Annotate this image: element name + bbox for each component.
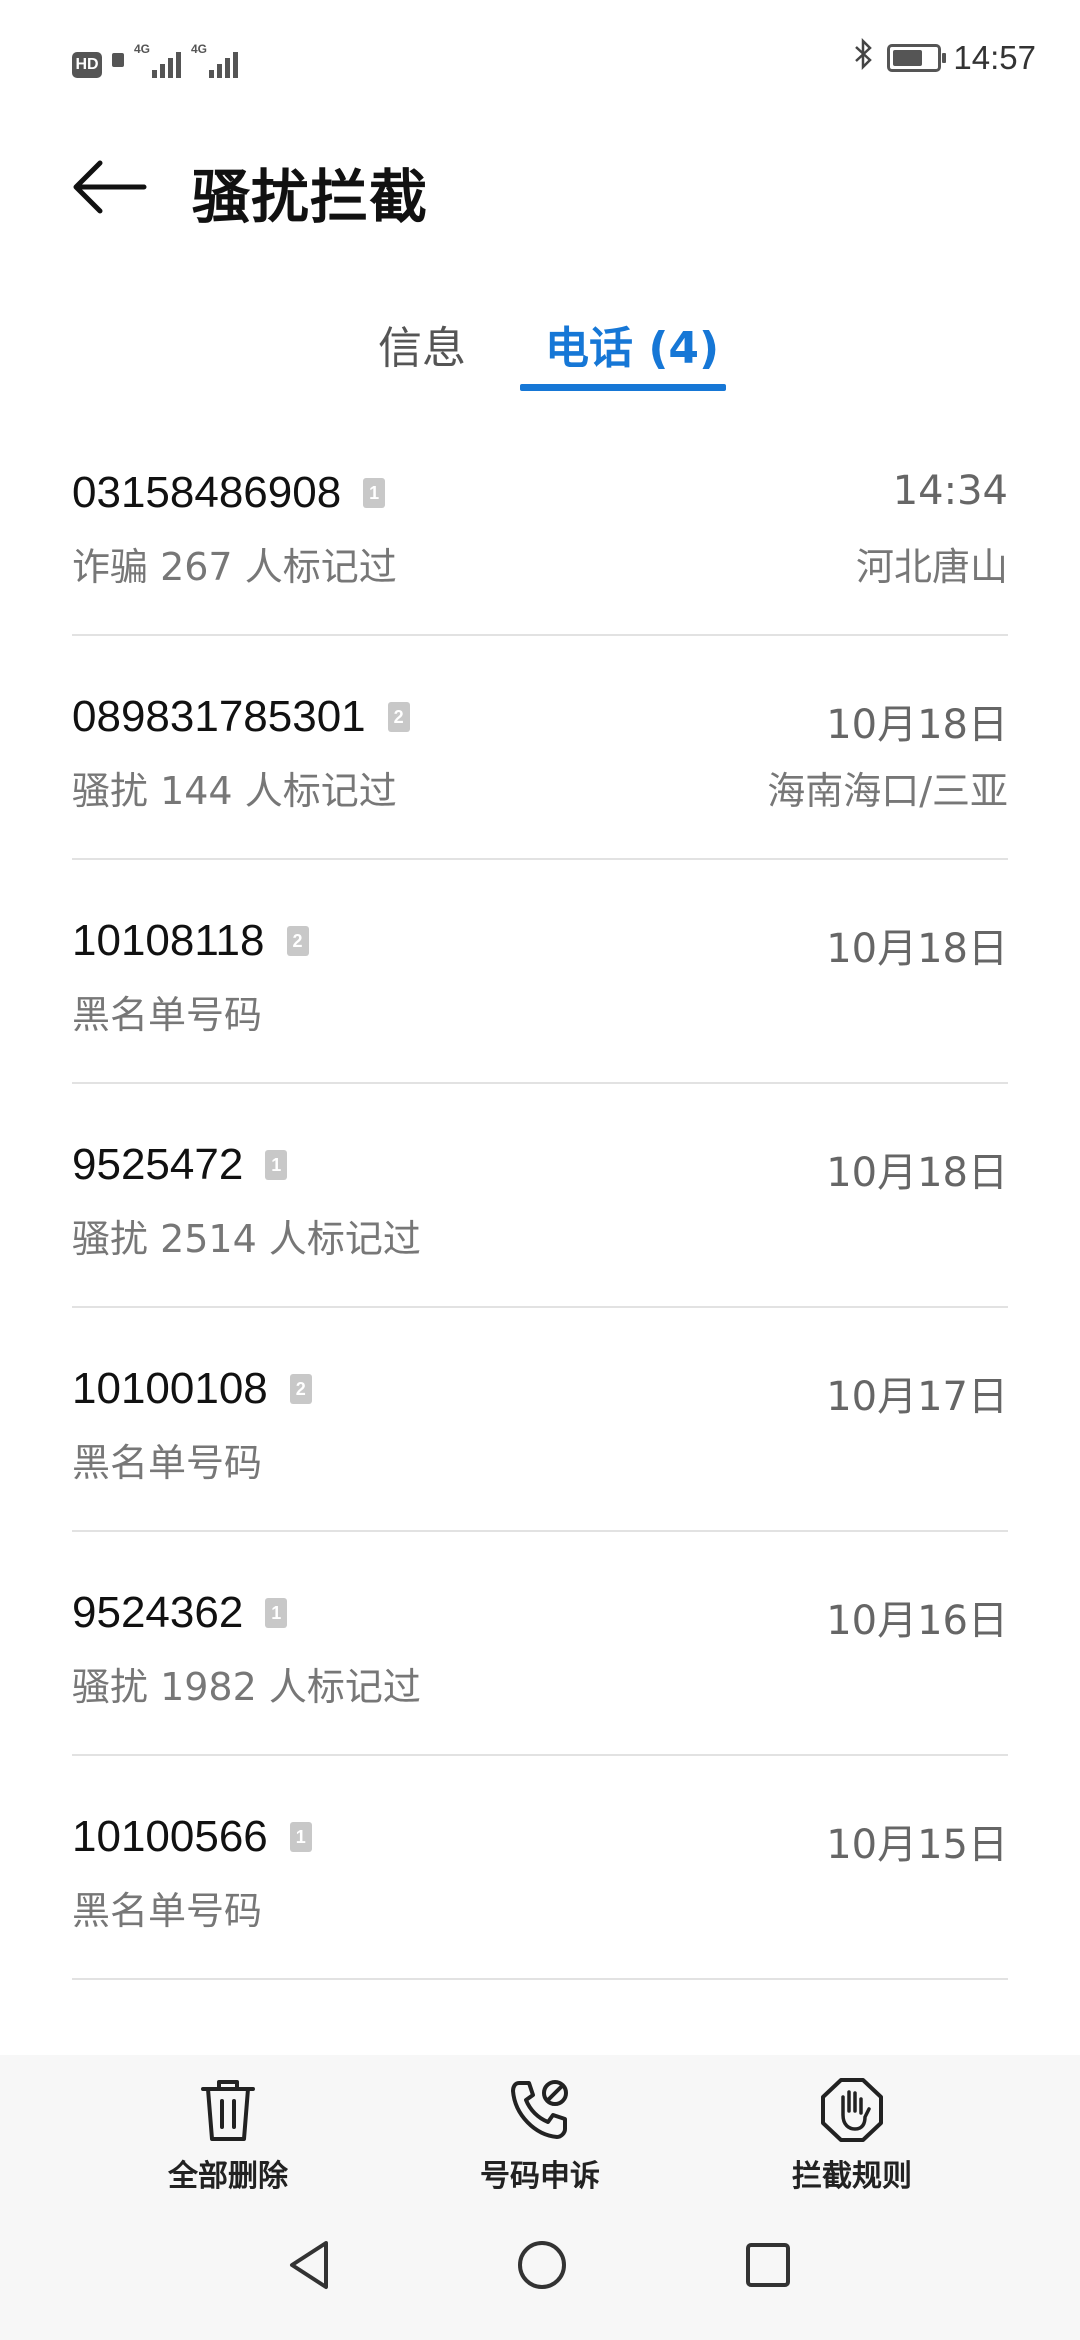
bluetooth-icon — [853, 37, 875, 77]
call-number: 9524362 — [72, 1588, 244, 1637]
hd-badge: HD — [72, 52, 102, 78]
system-nav-bar — [0, 2205, 1080, 2340]
number-appeal-label: 号码申诉 — [480, 2159, 600, 2194]
back-button[interactable] — [70, 155, 150, 219]
call-number: 10100108 — [72, 1364, 268, 1413]
number-appeal-button[interactable]: 号码申诉 — [430, 2075, 650, 2195]
signal-icon-sim2: 4G — [191, 42, 238, 78]
delete-all-button[interactable]: 全部删除 — [118, 2075, 338, 2195]
call-row[interactable]: 9525472 1 骚扰 2514 人标记过 10月18日 — [72, 1084, 1008, 1308]
sim-card-icon: 1 — [363, 478, 386, 508]
call-row[interactable]: 10100566 1 黑名单号码 10月15日 — [72, 1756, 1008, 1980]
nav-recents-button[interactable] — [738, 2235, 798, 2299]
back-arrow-icon — [73, 160, 147, 214]
sim-card-icon: 2 — [289, 1374, 312, 1404]
call-row[interactable]: 9524362 1 骚扰 1982 人标记过 10月16日 — [72, 1532, 1008, 1756]
battery-icon — [887, 43, 947, 72]
hand-stop-icon — [821, 2078, 883, 2142]
status-bar: HD 4G 4G 14:57 — [0, 0, 1080, 120]
call-date: 10月18日 — [826, 926, 1008, 972]
call-number: 9525472 — [72, 1140, 244, 1189]
tab-indicator — [520, 384, 726, 391]
triangle-back-icon — [290, 2241, 328, 2289]
call-tag: 骚扰 2514 人标记过 — [72, 1217, 421, 1261]
phone-appeal-icon — [511, 2080, 568, 2139]
call-location: 河北唐山 — [855, 545, 1008, 589]
block-rules-label: 拦截规则 — [792, 2159, 912, 2194]
call-date: 10月18日 — [826, 702, 1008, 748]
sim-card-icon: 2 — [387, 702, 410, 732]
network-type-label: 4G — [191, 42, 208, 56]
sim-card-icon: 1 — [289, 1822, 312, 1852]
call-row[interactable]: 10100108 2 黑名单号码 10月17日 — [72, 1308, 1008, 1532]
call-row[interactable]: 03158486908 1 诈骗 267 人标记过 14:34 河北唐山 — [72, 412, 1008, 636]
call-number: 10100566 — [72, 1812, 268, 1861]
call-tag: 黑名单号码 — [72, 993, 263, 1037]
trash-icon — [201, 2080, 255, 2141]
bottom-toolbar: 全部删除 号码申诉 拦截规则 — [0, 2055, 1080, 2205]
call-tag: 诈骗 267 人标记过 — [72, 545, 397, 589]
nav-home-button[interactable] — [512, 2235, 572, 2299]
status-left: HD 4G 4G — [72, 42, 238, 78]
call-number: 10108118 — [72, 916, 265, 965]
call-tag: 黑名单号码 — [72, 1441, 263, 1485]
network-type-label: 4G — [134, 42, 151, 56]
sim-icon — [112, 53, 124, 67]
call-tag: 骚扰 144 人标记过 — [72, 769, 397, 813]
call-date: 10月18日 — [826, 1150, 1008, 1196]
call-date: 10月17日 — [826, 1374, 1008, 1420]
call-row[interactable]: 089831785301 2 骚扰 144 人标记过 10月18日 海南海口/三亚 — [72, 636, 1008, 860]
clock: 14:57 — [953, 38, 1036, 76]
tab-calls[interactable]: 电话 (4) — [545, 312, 719, 376]
nav-back-button[interactable] — [282, 2235, 336, 2299]
blocked-call-list: 03158486908 1 诈骗 267 人标记过 14:34 河北唐山 0898… — [72, 412, 1008, 1980]
call-tag: 骚扰 1982 人标记过 — [72, 1665, 421, 1709]
tab-messages[interactable]: 信息 — [378, 312, 466, 376]
call-row[interactable]: 10108118 2 黑名单号码 10月18日 — [72, 860, 1008, 1084]
call-tag: 黑名单号码 — [72, 1889, 263, 1933]
sim-card-icon: 1 — [265, 1598, 288, 1628]
call-location: 海南海口/三亚 — [767, 769, 1008, 813]
sim-card-icon: 1 — [265, 1150, 288, 1180]
circle-home-icon — [518, 2241, 566, 2289]
page-title: 骚扰拦截 — [192, 163, 429, 231]
call-date: 10月15日 — [826, 1822, 1008, 1868]
call-number: 03158486908 — [72, 468, 342, 517]
block-rules-button[interactable]: 拦截规则 — [742, 2075, 962, 2195]
delete-all-label: 全部删除 — [168, 2159, 288, 2194]
sim-card-icon: 2 — [286, 926, 309, 956]
status-right: 14:57 — [853, 37, 1036, 77]
signal-icon-sim1: 4G — [134, 42, 181, 78]
square-recents-icon — [746, 2243, 790, 2287]
call-date: 14:34 — [892, 468, 1008, 514]
call-number: 089831785301 — [72, 692, 366, 741]
call-date: 10月16日 — [826, 1598, 1008, 1644]
